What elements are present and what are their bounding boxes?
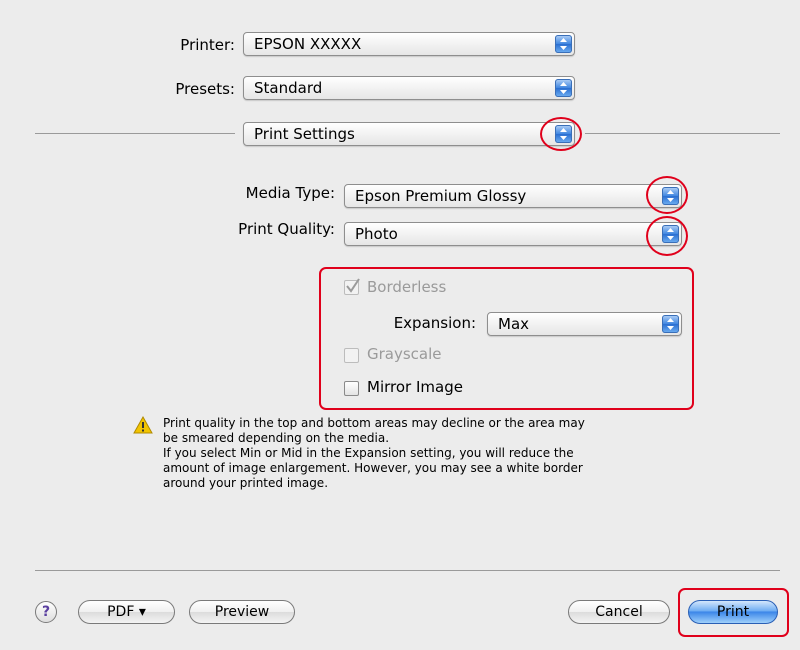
- media-type-popup[interactable]: Epson Premium Glossy: [344, 184, 682, 208]
- print-quality-popup[interactable]: Photo: [344, 222, 682, 246]
- highlight-ring: [646, 216, 688, 256]
- pdf-button[interactable]: PDF ▾: [78, 600, 175, 624]
- borderless-label: Borderless: [367, 278, 447, 296]
- warning-line: around your printed image.: [163, 476, 329, 490]
- presets-popup[interactable]: Standard: [243, 76, 575, 100]
- highlight-ring: [646, 176, 688, 214]
- expansion-popup[interactable]: Max: [487, 312, 682, 336]
- borderless-checkbox[interactable]: [344, 278, 360, 295]
- print-quality-value: Photo: [355, 225, 398, 243]
- popup-arrows-icon: [662, 315, 679, 333]
- presets-value: Standard: [254, 79, 323, 97]
- warning-icon: [133, 416, 153, 434]
- printer-popup[interactable]: EPSON XXXXX: [243, 32, 575, 56]
- printer-label: Printer:: [180, 36, 235, 54]
- mirror-image-checkbox[interactable]: [344, 381, 359, 396]
- panel-popup[interactable]: Print Settings: [243, 122, 575, 146]
- panel-value: Print Settings: [254, 125, 355, 143]
- popup-arrows-icon: [555, 79, 572, 97]
- printer-value: EPSON XXXXX: [254, 35, 362, 53]
- cancel-button[interactable]: Cancel: [568, 600, 670, 624]
- media-type-value: Epson Premium Glossy: [355, 187, 527, 205]
- highlight-ring: [540, 117, 582, 151]
- checkmark-icon: [346, 278, 360, 293]
- grayscale-checkbox[interactable]: [344, 348, 359, 363]
- warning-line: amount of image enlargement. However, yo…: [163, 461, 583, 475]
- preview-button[interactable]: Preview: [189, 600, 295, 624]
- bottom-separator: [35, 570, 780, 571]
- expansion-label: Expansion:: [393, 314, 476, 332]
- media-type-label: Media Type:: [245, 184, 335, 202]
- separator-left: [35, 133, 235, 134]
- popup-arrows-icon: [555, 35, 572, 53]
- separator-right: [585, 133, 780, 134]
- warning-text: Print quality in the top and bottom area…: [163, 416, 585, 491]
- warning-line: be smeared depending on the media.: [163, 431, 390, 445]
- presets-label: Presets:: [175, 80, 235, 98]
- grayscale-label: Grayscale: [367, 345, 442, 363]
- expansion-value: Max: [498, 315, 530, 333]
- warning-line: Print quality in the top and bottom area…: [163, 416, 585, 430]
- mirror-image-label: Mirror Image: [367, 378, 463, 396]
- warning-line: If you select Min or Mid in the Expansio…: [163, 446, 574, 460]
- help-button[interactable]: ?: [35, 601, 57, 623]
- print-quality-label: Print Quality:: [238, 220, 335, 238]
- print-highlight-box: [678, 588, 789, 637]
